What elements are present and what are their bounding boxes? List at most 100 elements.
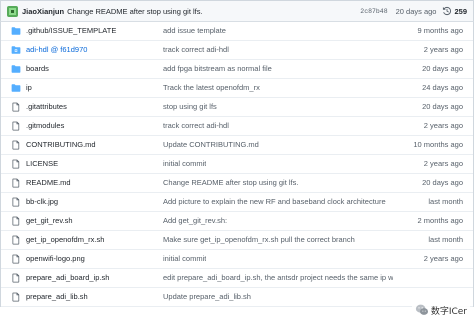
last-commit-time: last month [428, 235, 463, 244]
file-row[interactable]: LICENSE initial commit 2 years ago [1, 155, 473, 174]
file-name-link[interactable]: .gitmodules [26, 121, 64, 130]
file-name: prepare_adi_lib.sh [26, 288, 88, 306]
repo-file-browser: JiaoXianjun Change README after stop usi… [0, 0, 474, 324]
file-name-link[interactable]: bb-clk.jpg [26, 197, 58, 206]
file-list: .github/ISSUE_TEMPLATE add issue template… [0, 22, 474, 307]
file-name-link[interactable]: .gitattributes [26, 102, 67, 111]
file-icon [12, 254, 20, 264]
watermark: 数字ICer [411, 302, 470, 318]
last-commit-message[interactable]: edit prepare_adi_board_ip.sh, the antsdr… [163, 269, 393, 287]
file-name-link[interactable]: boards [26, 64, 49, 73]
last-commit-time: 2 years ago [423, 254, 463, 263]
watermark-text: 数字ICer [430, 306, 467, 317]
file-row[interactable]: .gitmodules track correct adi-hdl 2 years … [1, 117, 473, 136]
last-commit-time: 20 days ago [422, 178, 463, 187]
last-commit-time: 10 months ago [413, 140, 463, 149]
file-name: .gitattributes [26, 98, 67, 116]
last-commit-time: 9 months ago [417, 26, 463, 35]
file-name-link[interactable]: get_git_rev.sh [26, 216, 73, 225]
file-name: get_git_rev.sh [26, 212, 73, 230]
file-name: boards [26, 60, 49, 78]
file-icon [12, 102, 20, 112]
last-commit-message[interactable]: stop using git lfs [163, 98, 217, 116]
last-commit-time: 2 years ago [423, 45, 463, 54]
file-icon [12, 273, 20, 283]
file-row[interactable]: prepare_adi_board_ip.sh edit prepare_adi_… [1, 269, 473, 288]
submodule-commit-link[interactable]: @ f61d970 [51, 45, 88, 54]
last-commit-message[interactable]: Add picture to explain the new RF and ba… [163, 193, 386, 211]
file-name: ip [26, 79, 32, 97]
file-name: get_ip_openofdm_rx.sh [26, 231, 104, 249]
last-commit-message[interactable]: Track the latest openofdm_rx [163, 79, 260, 97]
commit-age: 20 days ago [395, 6, 437, 16]
last-commit-message[interactable]: add fpga bitstream as normal file [163, 60, 272, 78]
folder-row[interactable]: boards add fpga bitstream as normal file 2… [1, 60, 473, 79]
file-name: .gitmodules [26, 117, 64, 135]
last-commit-message[interactable]: initial commit [163, 250, 206, 268]
file-row[interactable]: .gitattributes stop using git lfs 20 days … [1, 98, 473, 117]
file-row[interactable]: prepare_adi_lib.sh Update prepare_adi_lib… [1, 288, 473, 307]
last-commit-time: 2 years ago [423, 159, 463, 168]
file-row[interactable]: get_git_rev.sh Add get_git_rev.sh: 2 month… [1, 212, 473, 231]
last-commit-time: 2 months ago [417, 216, 463, 225]
last-commit-time: 20 days ago [422, 64, 463, 73]
file-row[interactable]: README.md Change README after stop using … [1, 174, 473, 193]
file-row[interactable]: get_ip_openofdm_rx.sh Make sure get_ip_op… [1, 231, 473, 250]
file-name: openwifi-logo.png [26, 250, 85, 268]
file-name: prepare_adi_board_ip.sh [26, 269, 109, 287]
folder-icon [11, 65, 21, 73]
last-commit-time: 20 days ago [422, 102, 463, 111]
file-row[interactable]: openwifi-logo.png initial commit 2 years a… [1, 250, 473, 269]
last-commit-message[interactable]: Change README after stop using git lfs. [163, 174, 298, 192]
file-icon [12, 140, 20, 150]
commit-author[interactable]: JiaoXianjun [22, 7, 64, 16]
file-name-link[interactable]: prepare_adi_board_ip.sh [26, 273, 109, 282]
file-icon [12, 197, 20, 207]
last-commit-message[interactable]: Make sure get_ip_openofdm_rx.sh pull the… [163, 231, 355, 249]
file-name: adi-hdl @ f61d970 [26, 41, 87, 59]
last-commit-message[interactable]: initial commit [163, 155, 206, 173]
folder-row[interactable]: ip Track the latest openofdm_rx 24 days ag… [1, 79, 473, 98]
file-row[interactable]: CONTRIBUTING.md Update CONTRIBUTING.md 10 … [1, 136, 473, 155]
last-commit-message[interactable]: Add get_git_rev.sh: [163, 212, 227, 230]
file-name-link[interactable]: ip [26, 83, 32, 92]
folder-row[interactable]: adi-hdl @ f61d970 track correct adi-hdl 2 … [1, 41, 473, 60]
last-commit-message[interactable]: track correct adi-hdl [163, 41, 229, 59]
commit-count[interactable]: 259 [454, 7, 467, 16]
commit-sha[interactable]: 2c87b48 [360, 8, 387, 15]
last-commit-time: 24 days ago [422, 83, 463, 92]
file-name-link[interactable]: openwifi-logo.png [26, 254, 85, 263]
author-avatar[interactable] [7, 5, 18, 17]
file-row[interactable]: bb-clk.jpg Add picture to explain the new… [1, 193, 473, 212]
last-commit-time: 2 years ago [423, 121, 463, 130]
submodule-link[interactable]: adi-hdl [26, 45, 49, 54]
file-name-link[interactable]: CONTRIBUTING.md [26, 140, 96, 149]
file-name-link[interactable]: LICENSE [26, 159, 58, 168]
file-name-link[interactable]: prepare_adi_lib.sh [26, 292, 88, 301]
file-icon [12, 216, 20, 226]
submodule-folder-icon [11, 46, 21, 54]
file-name: bb-clk.jpg [26, 193, 58, 211]
last-commit-message[interactable]: Update CONTRIBUTING.md [163, 136, 259, 154]
file-icon [12, 292, 20, 302]
file-name: README.md [26, 174, 71, 192]
file-name: LICENSE [26, 155, 58, 173]
last-commit-message[interactable]: add issue template [163, 22, 226, 40]
wechat-logo-icon [415, 304, 428, 315]
commit-message[interactable]: Change README after stop using git lfs. [67, 7, 202, 16]
file-name: .github/ISSUE_TEMPLATE [26, 22, 116, 40]
commit-meta: 2c87b48 20 days ago 259 [360, 1, 467, 21]
file-icon [12, 235, 20, 245]
file-name-link[interactable]: get_ip_openofdm_rx.sh [26, 235, 104, 244]
last-commit-time: last month [428, 197, 463, 206]
folder-row[interactable]: .github/ISSUE_TEMPLATE add issue template… [1, 22, 473, 41]
last-commit-message[interactable]: track correct adi-hdl [163, 117, 229, 135]
file-name: CONTRIBUTING.md [26, 136, 96, 154]
history-icon[interactable] [442, 6, 452, 16]
last-commit-message[interactable]: Update prepare_adi_lib.sh [163, 288, 251, 306]
file-icon [12, 159, 20, 169]
file-icon [12, 178, 20, 188]
folder-icon [11, 84, 21, 92]
file-name-link[interactable]: README.md [26, 178, 71, 187]
file-name-link[interactable]: .github/ISSUE_TEMPLATE [26, 26, 116, 35]
